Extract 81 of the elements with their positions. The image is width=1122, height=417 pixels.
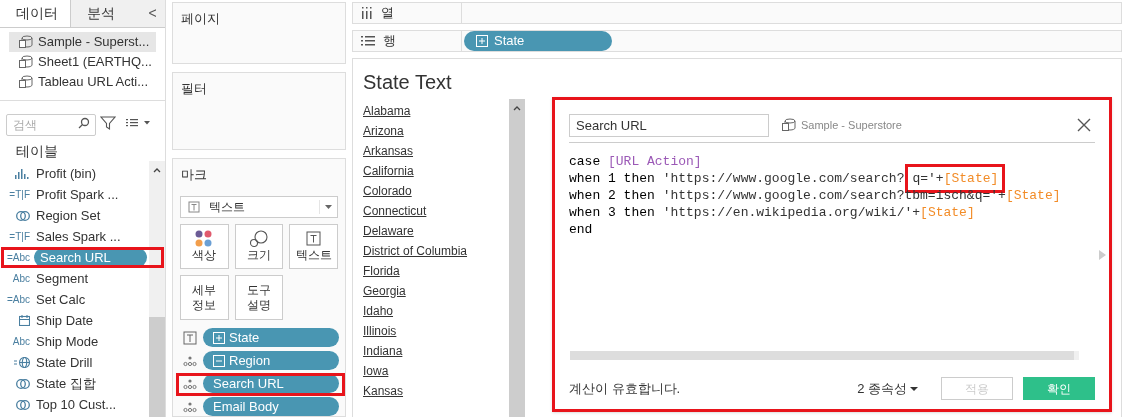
set-icon <box>16 399 30 410</box>
scrollbar[interactable] <box>570 351 1079 360</box>
filter-icon <box>100 115 116 131</box>
columns-icon <box>361 6 373 19</box>
data-source-name: Sample - Superst... <box>38 33 150 52</box>
state-link[interactable]: Alabama <box>363 100 509 121</box>
field-type-icon: Abc <box>12 334 30 349</box>
field-name[interactable]: Ship Date <box>34 311 147 330</box>
state-link[interactable]: Arkansas <box>363 140 509 161</box>
set-icon <box>16 210 30 221</box>
database-icon <box>781 117 797 134</box>
state-link[interactable]: District of Columbia <box>363 240 509 261</box>
field-name[interactable]: State 집합 <box>34 374 147 393</box>
search-icon <box>78 117 90 129</box>
state-link[interactable]: Florida <box>363 260 509 281</box>
view-title: State Text <box>363 69 453 95</box>
section-heading: 테이블 <box>15 142 59 161</box>
field-type-icon: Abc <box>12 271 30 286</box>
data-source-item[interactable]: Sheet1 (EARTHQ... <box>9 52 156 72</box>
state-link[interactable]: Connecticut <box>363 200 509 221</box>
data-source-name: Tableau URL Acti... <box>38 73 149 92</box>
field-name[interactable]: State Drill <box>34 353 147 372</box>
bar-chart-icon <box>15 168 30 179</box>
calendar-icon <box>19 315 30 326</box>
field-name[interactable]: Sales Spark ... <box>34 227 147 246</box>
state-link[interactable]: Indiana <box>363 340 509 361</box>
size-circles-icon <box>249 230 269 248</box>
search-field[interactable]: 검색 <box>6 114 96 136</box>
field-name[interactable]: Top 10 Cust... <box>34 395 147 414</box>
scrollbar[interactable] <box>149 161 165 417</box>
mark-type-dropdown[interactable]: 텍스트 <box>180 196 338 218</box>
field-name[interactable]: Set Calc <box>34 290 147 309</box>
dependencies-dropdown[interactable]: 2 종속성 <box>857 378 919 399</box>
card-title: 마크 <box>180 165 208 184</box>
text-icon <box>183 330 197 345</box>
field-name[interactable]: Segment <box>34 269 147 288</box>
globe-icon <box>14 357 30 368</box>
set-icon <box>16 378 30 389</box>
database-icon <box>18 54 34 70</box>
mark-property-button[interactable]: 세부 정보 <box>180 275 229 320</box>
data-source-item[interactable]: Sample - Superst... <box>9 32 156 52</box>
data-source-item[interactable]: Tableau URL Acti... <box>9 72 156 92</box>
mark-property-button[interactable]: 텍스트 <box>289 224 338 269</box>
tab[interactable]: 분석 <box>70 0 140 27</box>
field-type-icon: =Abc <box>6 292 30 307</box>
state-link[interactable]: Colorado <box>363 180 509 201</box>
shelf-label: 열 <box>381 4 394 22</box>
field-name[interactable]: Ship Mode <box>34 332 147 351</box>
code-editor[interactable]: case [URL Action] when 1 then 'https://www.google.com/search? q='+[State] when 2 then 'https://www.google.com/search?tbm=isch&q='+[State] when 3 then 'https://en.wikipedia.org/wiki/'+[State] end <box>569 153 1095 352</box>
state-link[interactable]: Illinois <box>363 320 509 341</box>
highlight-frame: q='+[State] <box>908 167 1003 191</box>
field-name[interactable]: Region Set <box>34 206 147 225</box>
state-link[interactable]: Georgia <box>363 280 509 301</box>
field-type-icon: =Abc <box>6 250 30 265</box>
state-link[interactable]: Idaho <box>363 300 509 321</box>
caret-right-icon <box>1099 250 1107 260</box>
field-type-icon: =T|F <box>9 229 30 244</box>
database-icon <box>18 34 34 50</box>
data-source-name: Sheet1 (EARTHQ... <box>38 53 152 72</box>
state-link[interactable]: Kansas <box>363 380 509 401</box>
state-link[interactable]: Arizona <box>363 120 509 141</box>
state-link[interactable]: Iowa <box>363 360 509 381</box>
mark-property-button[interactable]: 크기 <box>234 224 284 269</box>
status-message: 계산이 유효합니다. <box>569 379 681 398</box>
field-type-icon: =T|F <box>9 187 30 202</box>
field-name[interactable]: Profit (bin) <box>34 164 147 183</box>
text-icon <box>303 230 324 248</box>
data-source-name: Sample - Superstore <box>801 117 902 133</box>
mark-type-label: 텍스트 <box>208 199 246 216</box>
mark-property-button[interactable]: 색상 <box>180 224 229 269</box>
state-link[interactable]: California <box>363 160 509 181</box>
field-name[interactable]: Profit Spark ... <box>34 185 147 204</box>
database-icon <box>18 74 34 90</box>
collapse-button[interactable]: < <box>140 0 165 27</box>
state-link[interactable]: Delaware <box>363 220 509 241</box>
scrollbar[interactable] <box>509 98 525 417</box>
name-field[interactable]: Search URL <box>569 113 769 137</box>
card-title: 필터 <box>180 79 208 98</box>
mark-property-button[interactable]: 도구 설명 <box>234 275 284 320</box>
card-title: 페이지 <box>180 10 221 28</box>
close-icon <box>1077 118 1091 133</box>
